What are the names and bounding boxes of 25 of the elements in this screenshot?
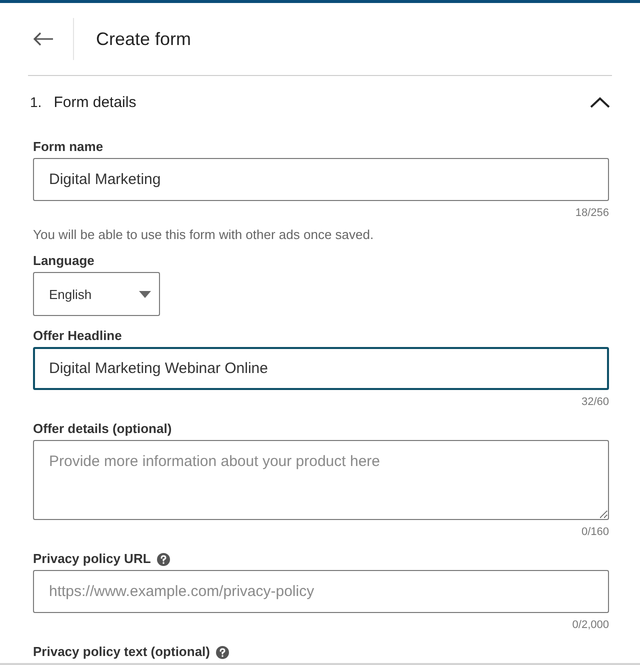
field-label: Privacy policy text (optional) bbox=[33, 644, 210, 660]
text-input-field[interactable]: Digital Marketing Webinar Online bbox=[33, 347, 609, 390]
character-counter: 18/256 bbox=[574, 206, 609, 220]
helper-text: You will be able to use this form with other ads once saved. bbox=[33, 227, 375, 243]
page-title: Create form bbox=[96, 28, 192, 50]
field-label: Offer Headline bbox=[33, 328, 122, 344]
field-label: Privacy policy URL bbox=[33, 551, 151, 567]
character-counter: 0/2,000 bbox=[571, 618, 609, 632]
arrow-left-icon bbox=[33, 32, 53, 46]
textarea-field[interactable]: Provide more information about your product here bbox=[33, 440, 609, 520]
character-counter: 0/160 bbox=[580, 525, 609, 539]
section-number: 1. bbox=[30, 94, 42, 110]
text-input-field[interactable]: https://www.example.com/privacy-policy bbox=[33, 570, 609, 613]
text-input-field[interactable]: Digital Marketing bbox=[33, 158, 609, 201]
language-dropdown[interactable]: English bbox=[33, 272, 160, 316]
help-icon[interactable] bbox=[156, 552, 170, 566]
character-counter: 32/60 bbox=[580, 395, 609, 409]
section-title: Form details bbox=[54, 94, 136, 110]
caret-down-icon bbox=[139, 290, 151, 298]
back-button[interactable] bbox=[33, 32, 53, 46]
field-label: Form name bbox=[33, 139, 104, 155]
chevron-up-icon[interactable] bbox=[590, 96, 610, 108]
help-icon[interactable] bbox=[216, 646, 229, 658]
field-label: Language bbox=[33, 253, 94, 269]
field-label: Offer details (optional) bbox=[33, 421, 172, 437]
